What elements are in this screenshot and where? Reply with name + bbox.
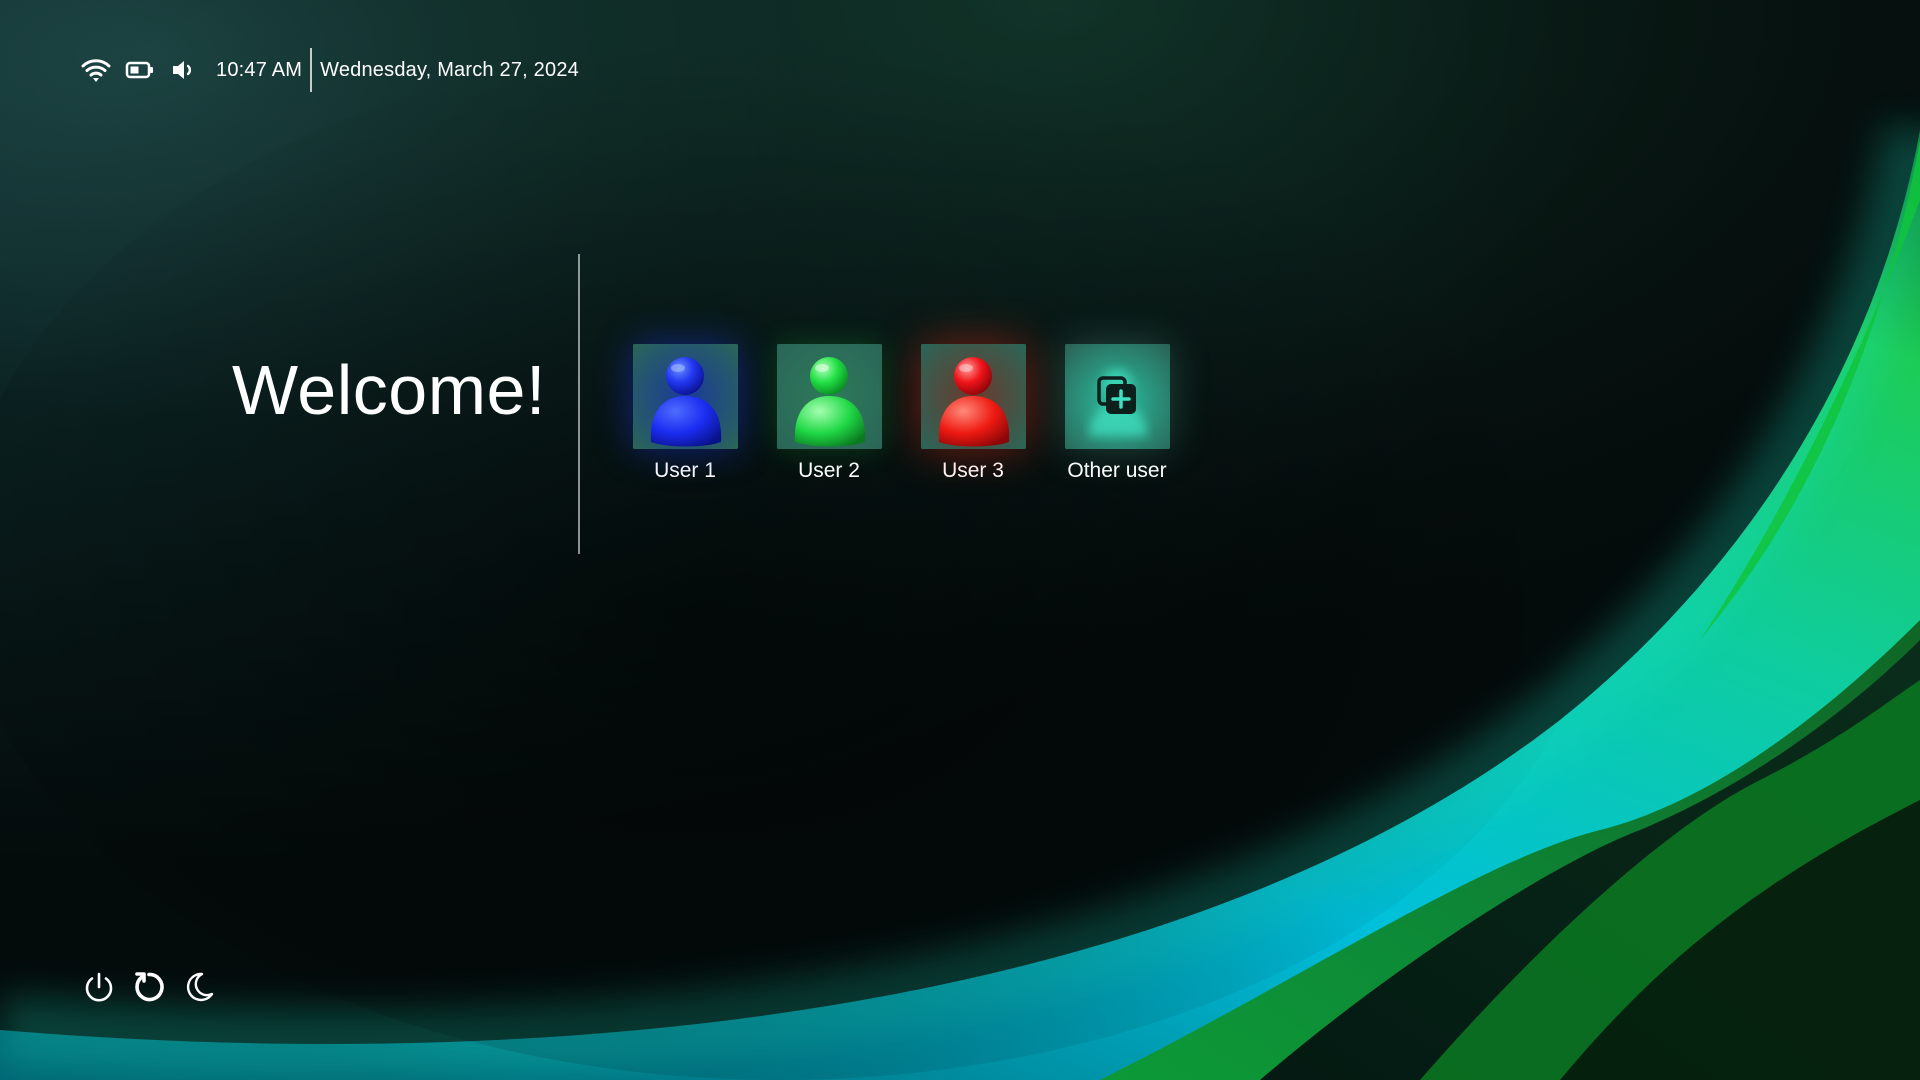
user-name: User 2 [798, 459, 860, 482]
add-user-icon[interactable] [1064, 344, 1170, 449]
status-divider [310, 48, 313, 92]
user-name: Other user [1067, 459, 1167, 482]
clock-date: Wednesday, March 27, 2024 [320, 58, 579, 81]
restart-icon[interactable] [130, 968, 168, 1006]
user-tile-user-3[interactable]: User 3 [920, 344, 1026, 483]
volume-icon[interactable] [168, 54, 200, 86]
power-icon[interactable] [80, 968, 118, 1006]
welcome-title: Welcome! [232, 351, 546, 429]
user-list: User 1 User 2 User 3 Other user [632, 344, 1170, 483]
power-controls [80, 968, 230, 1006]
user-avatar-green[interactable] [776, 344, 882, 449]
battery-icon[interactable] [124, 54, 156, 86]
wallpaper [0, 0, 1920, 1080]
wifi-icon[interactable] [80, 54, 112, 86]
user-name: User 3 [942, 459, 1004, 482]
user-tile-user-2[interactable]: User 2 [776, 344, 882, 483]
user-tile-other-user[interactable]: Other user [1064, 344, 1170, 483]
status-bar: 10:47 AM Wednesday, March 27, 2024 [80, 48, 579, 92]
user-avatar-blue[interactable] [632, 344, 738, 449]
welcome-divider [578, 254, 580, 554]
login-screen: 10:47 AM Wednesday, March 27, 2024 Welco… [0, 0, 1920, 1080]
user-avatar-red[interactable] [920, 344, 1026, 449]
user-tile-user-1[interactable]: User 1 [632, 344, 738, 483]
user-name: User 1 [654, 459, 716, 482]
clock-time: 10:47 AM [216, 58, 303, 81]
sleep-icon[interactable] [180, 968, 218, 1006]
